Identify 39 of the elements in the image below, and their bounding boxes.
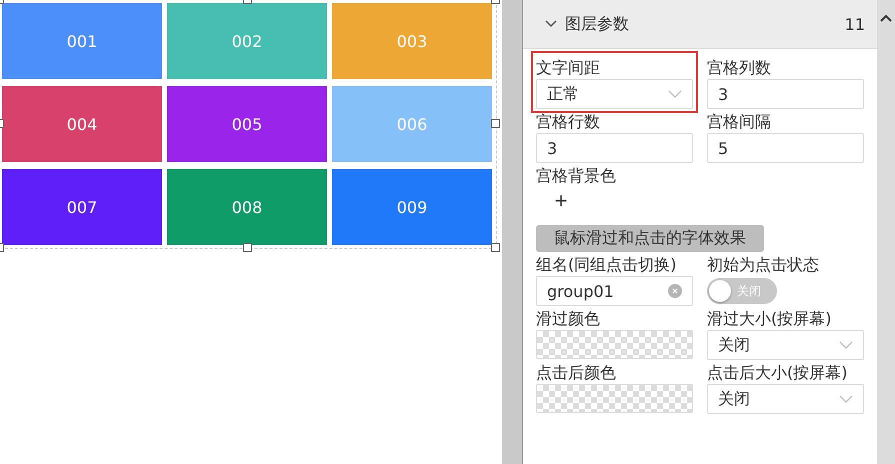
resize-handle[interactable] [491, 243, 500, 252]
panel-header[interactable]: 图层参数 11 [523, 0, 877, 49]
input-field[interactable]: 5 [707, 133, 864, 163]
chevron-down-icon [839, 341, 853, 349]
field-label: 组名(同组点击切换) [536, 254, 678, 276]
add-button[interactable]: + [546, 187, 576, 215]
field-label: 宫格间隔 [707, 111, 772, 133]
color-swatch[interactable] [536, 384, 693, 413]
resize-handle[interactable] [243, 243, 252, 252]
input-field[interactable]: 3 [536, 133, 693, 163]
chevron-down-icon [839, 395, 853, 403]
field-label: 宫格行数 [536, 111, 601, 133]
field-label: 初始为点击状态 [707, 254, 820, 276]
field-label: 点击后大小(按屏幕) [707, 362, 848, 384]
color-swatch[interactable] [536, 330, 693, 359]
scroll-up-icon[interactable] [880, 14, 892, 22]
chevron-down-icon [668, 90, 682, 98]
input-field[interactable]: 3 [707, 79, 864, 109]
field-label: 滑过大小(按屏幕) [707, 308, 832, 330]
grid-cell[interactable]: 007 [2, 169, 162, 245]
dropdown[interactable]: 关闭 [707, 384, 864, 414]
grid-cell[interactable]: 005 [167, 86, 327, 162]
field-label: 点击后颜色 [536, 362, 617, 384]
field-label: 文字间距 [536, 57, 601, 79]
field-label: 宫格背景色 [536, 165, 617, 187]
resize-handle[interactable] [491, 119, 500, 128]
grid-cell[interactable]: 004 [2, 86, 162, 162]
grid-cell[interactable]: 009 [332, 169, 492, 245]
dropdown[interactable]: 正常 [536, 79, 693, 109]
scrollbar[interactable] [877, 0, 895, 464]
grid-cell[interactable]: 008 [167, 169, 327, 245]
scrollbar[interactable] [502, 0, 523, 464]
input-field[interactable]: group01 [536, 276, 693, 306]
count: 11 [844, 14, 865, 34]
field-label: 宫格列数 [707, 57, 772, 79]
dropdown[interactable]: 关闭 [707, 330, 864, 360]
field-label: 滑过颜色 [536, 308, 601, 330]
section-button[interactable]: 鼠标滑过和点击的字体效果 [536, 225, 764, 252]
panel-title: 图层参数 [565, 14, 629, 34]
